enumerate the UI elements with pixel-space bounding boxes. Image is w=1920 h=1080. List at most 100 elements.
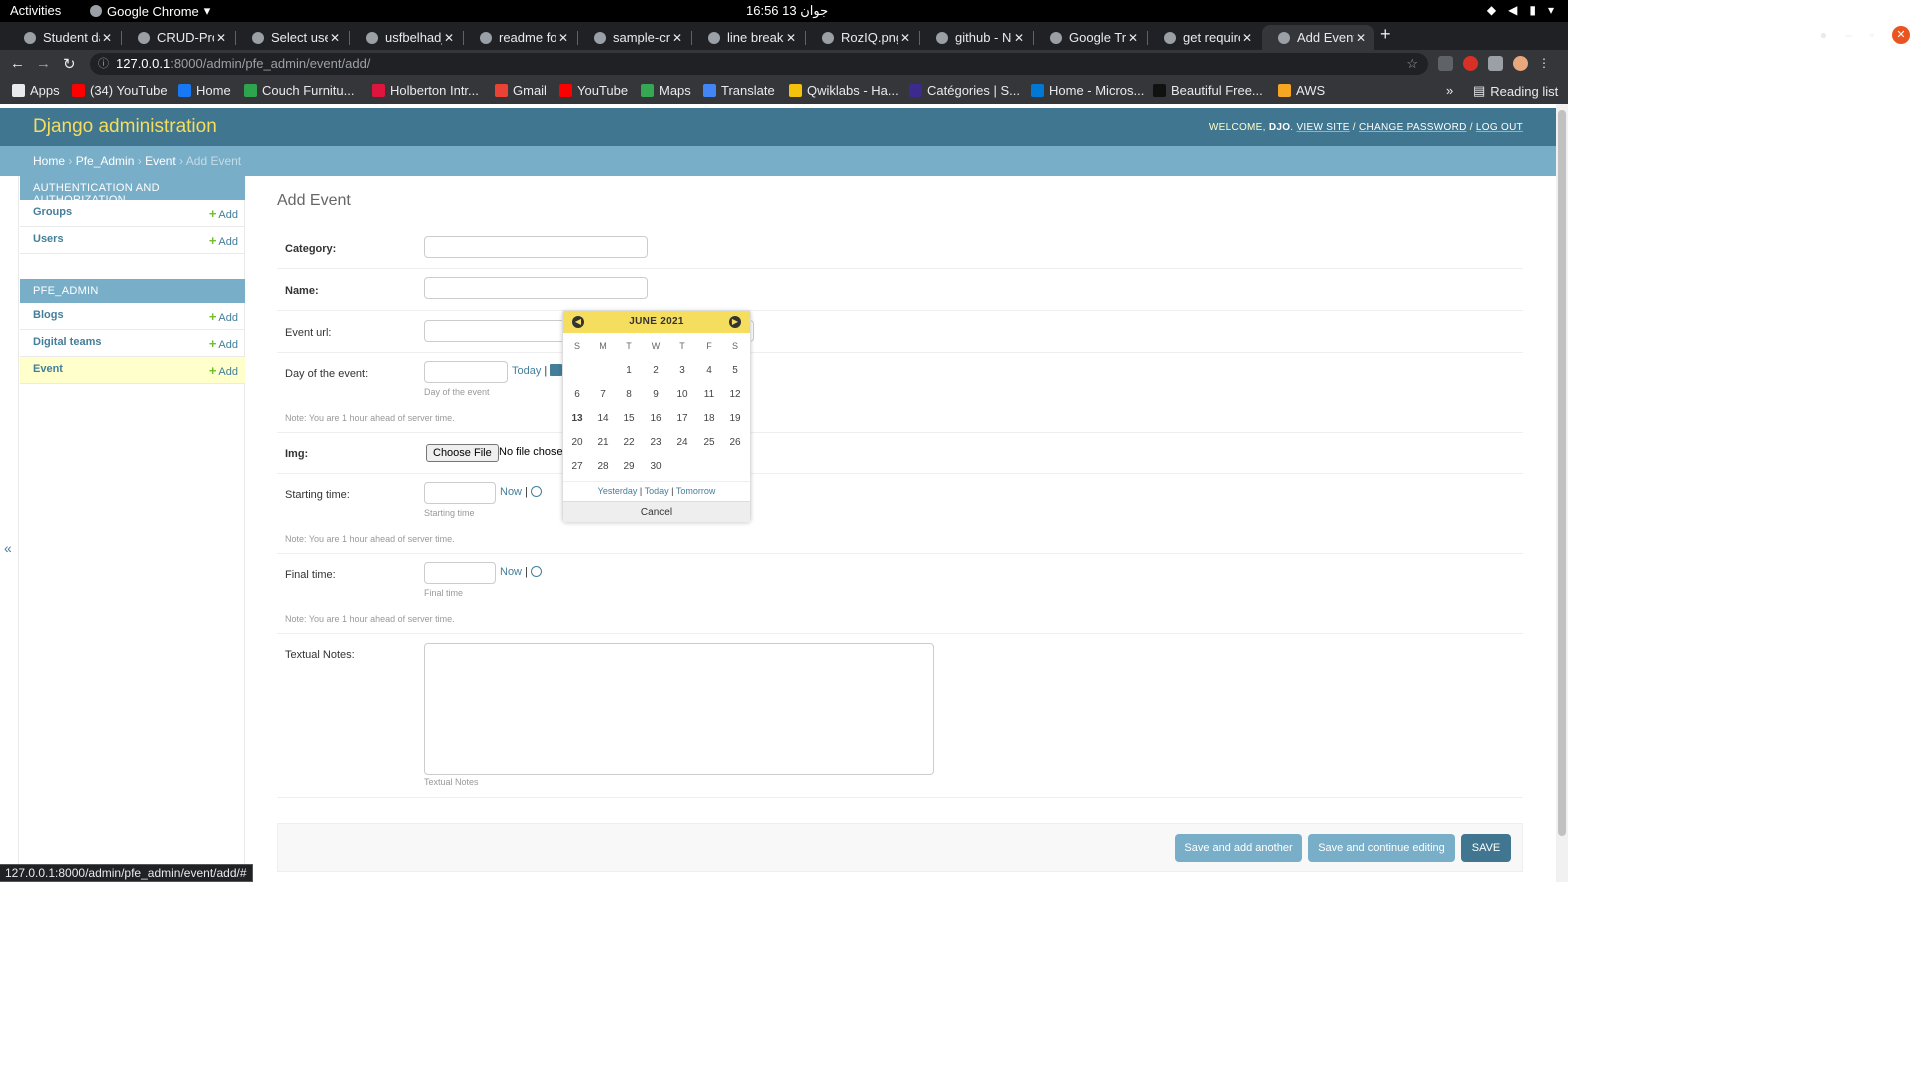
category-select[interactable] [424, 236, 648, 258]
add-event-link[interactable]: + Add [209, 363, 238, 378]
page-scrollbar[interactable] [1556, 104, 1568, 882]
add-users-link[interactable]: + Add [209, 233, 238, 248]
maximize-icon[interactable]: ▫ [1870, 28, 1874, 42]
calendar-day[interactable]: 20 [564, 437, 590, 448]
now-link[interactable]: Now [500, 566, 522, 578]
calendar-day[interactable]: 23 [643, 437, 669, 448]
scrollbar-thumb[interactable] [1558, 110, 1566, 836]
tab-close-icon[interactable]: ✕ [1240, 31, 1254, 45]
save-and-continue-button[interactable]: Save and continue editing [1308, 834, 1455, 862]
calendar-day[interactable]: 27 [564, 461, 590, 472]
pfe-admin-module-caption[interactable]: PFE_ADMIN [20, 279, 245, 303]
extension-icon[interactable] [1463, 56, 1478, 71]
menu-kebab-icon[interactable]: ⋮ [1538, 56, 1550, 71]
sidebar-item-event[interactable]: Event + Add [20, 357, 245, 384]
calendar-day[interactable]: 18 [696, 413, 722, 424]
bookmark-star-icon[interactable]: ☆ [1406, 53, 1418, 75]
auth-module-caption[interactable]: AUTHENTICATION AND AUTHORIZATION [20, 176, 245, 206]
forward-icon[interactable]: → [36, 55, 51, 72]
tab[interactable]: readme for ✕ [464, 25, 576, 50]
calendar-day[interactable]: 21 [590, 437, 616, 448]
tab-close-icon[interactable]: ✕ [442, 31, 456, 45]
breadcrumb-home[interactable]: Home [33, 154, 65, 168]
tab[interactable]: RozIQ.png ✕ [806, 25, 918, 50]
calendar-day[interactable]: 15 [616, 413, 642, 424]
sidebar-item-label[interactable]: Event [33, 363, 63, 375]
tab-close-icon[interactable]: ✕ [328, 31, 342, 45]
bookmark-item[interactable]: Home - Micros... [1031, 83, 1144, 98]
tab[interactable]: Add Event ✕ [1262, 25, 1374, 50]
bookmark-item[interactable]: Couch Furnitu... [244, 83, 355, 98]
app-menu[interactable]: Google Chrome ▾ [90, 3, 210, 19]
calendar-day[interactable]: 6 [564, 389, 590, 400]
calendar-day[interactable]: 2 [643, 365, 669, 376]
calendar-day[interactable]: 11 [696, 389, 722, 400]
profile-avatar[interactable] [1513, 56, 1528, 71]
starting-time-input[interactable] [424, 482, 496, 504]
calendar-day[interactable]: 22 [616, 437, 642, 448]
tab[interactable]: Select user✕ [236, 25, 348, 50]
site-name-link[interactable]: Django administration [33, 116, 217, 138]
reload-icon[interactable]: ↻ [63, 55, 76, 73]
bookmark-item[interactable]: Maps [641, 83, 691, 98]
tab[interactable]: Google Tra✕ [1034, 25, 1146, 50]
tab[interactable]: line break ✕ [692, 25, 804, 50]
save-and-add-another-button[interactable]: Save and add another [1175, 834, 1302, 862]
calendar-day[interactable]: 30 [643, 461, 669, 472]
calendar-day[interactable]: 17 [669, 413, 695, 424]
tomorrow-link[interactable]: Tomorrow [676, 486, 716, 496]
clock-icon[interactable] [531, 486, 542, 497]
tab-close-icon[interactable]: ✕ [1126, 31, 1140, 45]
add-groups-link[interactable]: + Add [209, 206, 238, 221]
previous-month-icon[interactable]: ◀ [572, 316, 584, 328]
tab[interactable]: sample-cru✕ [578, 25, 690, 50]
facebook-extension-icon[interactable] [1438, 56, 1453, 71]
more-bookmarks-icon[interactable]: » [1446, 83, 1453, 98]
reading-list-button[interactable]: ▤ Reading list [1473, 83, 1558, 99]
bookmark-item[interactable]: Apps [12, 83, 60, 98]
choose-file-button[interactable]: Choose File [426, 444, 499, 462]
sidebar-item-label[interactable]: Digital teams [33, 336, 101, 348]
clock-icon[interactable] [531, 566, 542, 577]
tab[interactable]: get require ✕ [1148, 25, 1260, 50]
bookmark-item[interactable]: Qwiklabs - Ha... [789, 83, 899, 98]
tab-close-icon[interactable]: ✕ [100, 31, 114, 45]
calendar-day[interactable]: 13 [564, 413, 590, 424]
add-digital-teams-link[interactable]: + Add [209, 336, 238, 351]
calendar-day[interactable]: 12 [722, 389, 748, 400]
bookmark-item[interactable]: YouTube [559, 83, 628, 98]
day-of-event-input[interactable] [424, 361, 508, 383]
calendar-day[interactable]: 9 [643, 389, 669, 400]
puzzle-extensions-icon[interactable] [1488, 56, 1503, 71]
clock[interactable]: 16:56 جوان 13 [746, 3, 828, 19]
next-month-icon[interactable]: ▶ [729, 316, 741, 328]
minimize-icon[interactable]: – [1845, 28, 1852, 42]
calendar-day[interactable]: 16 [643, 413, 669, 424]
tab[interactable]: Student da ✕ [8, 25, 120, 50]
sidebar-item-digital-teams[interactable]: Digital teams + Add [20, 330, 245, 357]
bookmark-item[interactable]: Catégories | S... [909, 83, 1020, 98]
save-button[interactable]: SAVE [1461, 834, 1511, 862]
activities-button[interactable]: Activities [10, 3, 61, 18]
now-link[interactable]: Now [500, 486, 522, 498]
sidebar-item-groups[interactable]: Groups + Add [20, 200, 245, 227]
sidebar-item-users[interactable]: Users + Add [20, 227, 245, 254]
toggle-nav-sidebar-button[interactable]: « [4, 540, 12, 556]
log-out-link[interactable]: LOG OUT [1476, 122, 1523, 133]
yesterday-link[interactable]: Yesterday [598, 486, 638, 496]
view-site-link[interactable]: VIEW SITE [1296, 122, 1349, 133]
tab[interactable]: github - Ne✕ [920, 25, 1032, 50]
calendar-day[interactable]: 28 [590, 461, 616, 472]
tab-close-icon[interactable]: ✕ [556, 31, 570, 45]
breadcrumb-model[interactable]: Event [145, 154, 176, 168]
tab-close-icon[interactable]: ✕ [1012, 31, 1026, 45]
calendar-icon[interactable] [550, 364, 563, 376]
today-link[interactable]: Today [512, 365, 541, 377]
calendar-day[interactable]: 3 [669, 365, 695, 376]
calendar-day[interactable]: 26 [722, 437, 748, 448]
tab-close-icon[interactable]: ✕ [898, 31, 912, 45]
bookmark-item[interactable]: Beautiful Free... [1153, 83, 1263, 98]
calendar-day[interactable]: 7 [590, 389, 616, 400]
bookmark-item[interactable]: AWS [1278, 83, 1325, 98]
tab[interactable]: CRUD-Proj✕ [122, 25, 234, 50]
